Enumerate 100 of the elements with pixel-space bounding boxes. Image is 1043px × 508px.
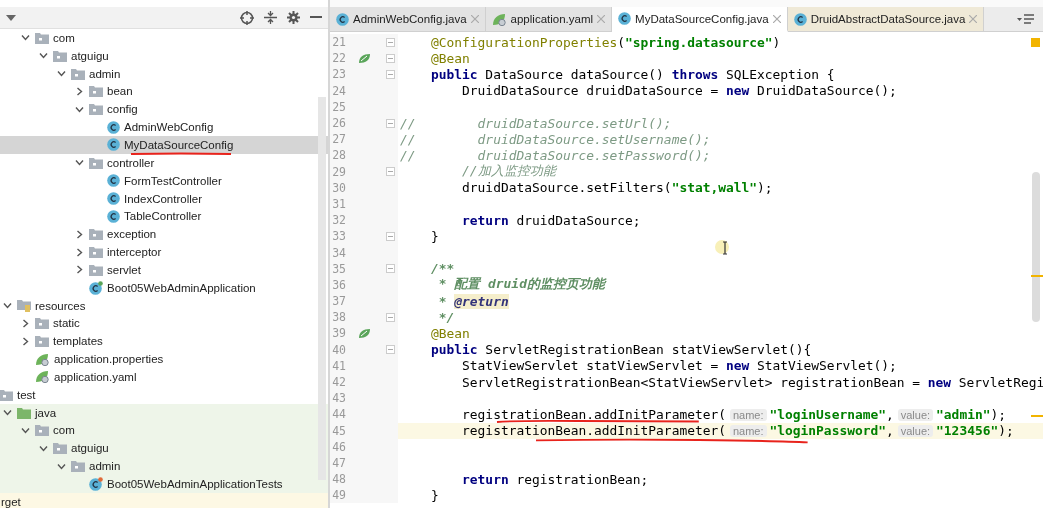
tree-row[interactable]: exception: [0, 225, 328, 244]
chevron-down-icon[interactable]: [56, 461, 66, 471]
tree-row[interactable]: com: [0, 29, 328, 47]
chevron-down-icon[interactable]: [20, 33, 30, 43]
minimize-icon[interactable]: [310, 16, 322, 19]
code-line: public ServletRegistrationBean statViewServlet(){: [430, 342, 812, 358]
line-number: 39: [331, 326, 346, 341]
dropdown-icon[interactable]: [6, 14, 16, 21]
class-icon: [107, 138, 120, 152]
code-line: }: [430, 487, 439, 503]
leaf-icon[interactable]: [357, 327, 371, 339]
folder-icon: [89, 103, 103, 116]
chevron-right-icon[interactable]: [74, 265, 84, 275]
line-number: 23: [331, 67, 346, 82]
line-number: 32: [331, 213, 346, 228]
code-line: @ConfigurationProperties("spring.datasource"): [430, 34, 781, 50]
chevron-down-icon[interactable]: [38, 443, 48, 453]
chevron-right-icon[interactable]: [20, 336, 30, 346]
tree-row[interactable]: admin: [0, 457, 328, 476]
leaf-icon: [35, 370, 50, 384]
code-line: * 配置 druid的监控页功能: [437, 276, 605, 294]
tab-list-icon[interactable]: [1017, 13, 1035, 25]
tree-row[interactable]: test: [0, 385, 328, 404]
folder-icon: [89, 263, 103, 276]
tree-row[interactable]: static: [0, 314, 328, 333]
chevron-down-icon[interactable]: [2, 301, 12, 311]
chevron-down-icon[interactable]: [74, 158, 84, 168]
code-line: // druidDataSource.setUrl();: [400, 115, 672, 131]
tree-row[interactable]: templates: [0, 332, 328, 351]
tree-row[interactable]: application.yaml: [0, 368, 328, 386]
code-line: return registrationBean;: [461, 471, 649, 487]
editor-tab[interactable]: AdminWebConfig.java: [330, 7, 486, 31]
editor-tab[interactable]: MyDataSourceConfig.java: [612, 7, 788, 32]
leaf-icon: [35, 352, 50, 366]
chevron-down-icon[interactable]: [20, 426, 30, 435]
scrollbar[interactable]: [1032, 172, 1040, 322]
code-line: @Bean: [430, 325, 470, 341]
tree-row[interactable]: resources: [0, 296, 328, 315]
scrollbar[interactable]: [318, 97, 326, 480]
tree-row[interactable]: interceptor: [0, 243, 328, 261]
code-line: StatViewServlet statViewServlet = new StatViewServlet();: [461, 358, 897, 374]
tree-row[interactable]: application.properties: [0, 350, 328, 369]
code-line: /**: [430, 261, 455, 277]
chevron-right-icon[interactable]: [20, 318, 30, 328]
chevron-right-icon[interactable]: [74, 86, 84, 96]
leaf-icon[interactable]: [357, 52, 371, 64]
chevron-down-icon[interactable]: [74, 104, 84, 114]
tree-row[interactable]: config: [0, 100, 328, 119]
tree-row[interactable]: Boot05WebAdminApplication: [0, 278, 328, 297]
editor-tab[interactable]: DruidAbstractDataSource.java: [787, 7, 985, 31]
tree-row[interactable]: FormTestController: [0, 171, 328, 190]
folder-icon: [0, 388, 13, 401]
chevron-down-icon[interactable]: [2, 408, 12, 418]
line-number: 42: [331, 375, 346, 390]
line-number: 34: [331, 245, 346, 260]
crosshair-icon[interactable]: [240, 10, 254, 25]
class-icon: [107, 174, 120, 188]
settings-icon[interactable]: [287, 11, 300, 24]
collapse-icon[interactable]: [264, 11, 277, 24]
chevron-right-icon[interactable]: [74, 247, 84, 257]
tree-row[interactable]: Boot05WebAdminApplicationTests: [0, 475, 328, 493]
line-number: 49: [331, 488, 346, 503]
line-number: 24: [331, 83, 346, 98]
tree-row[interactable]: AdminWebConfig: [0, 118, 328, 137]
line-number: 41: [331, 358, 346, 373]
folder-icon: [53, 442, 67, 455]
folder-icon: [71, 67, 85, 80]
line-number: 33: [331, 229, 346, 244]
tree-row[interactable]: controller: [0, 153, 328, 172]
tree-row[interactable]: atguigu: [0, 46, 328, 65]
line-number: 26: [331, 116, 346, 131]
line-number: 44: [331, 407, 346, 422]
tree-row[interactable]: IndexController: [0, 189, 328, 208]
editor-tab[interactable]: application.yaml: [485, 7, 613, 31]
code-line: //加入监控功能: [461, 163, 556, 181]
chevron-down-icon[interactable]: [56, 69, 66, 79]
folder-icon: [89, 246, 103, 259]
code-line: ServletRegistrationBean<StatViewServlet> registrationBean = new ServletRegi: [461, 374, 1043, 390]
tree-row[interactable]: java: [0, 403, 328, 422]
line-number: 40: [331, 342, 346, 357]
tree-row[interactable]: MyDataSourceConfig: [0, 136, 328, 154]
tree-row[interactable]: servlet: [0, 260, 328, 279]
tree-row[interactable]: atguigu: [0, 439, 328, 458]
class-icon: [89, 477, 103, 491]
chevron-right-icon[interactable]: [74, 229, 84, 239]
tree-row[interactable]: admin: [0, 64, 328, 83]
line-number: 21: [331, 35, 346, 50]
tree-row[interactable]: bean: [0, 82, 328, 101]
line-number: 25: [331, 99, 346, 114]
code-line: registrationBean.addInitParameter( name: "loginPassword", value: "123456");: [400, 423, 1014, 439]
folder-icon: [89, 228, 103, 241]
folder-icon: [35, 335, 49, 348]
code-line: // druidDataSource.setUsername();: [400, 131, 711, 147]
line-number: 29: [331, 164, 346, 179]
folder-icon: [17, 406, 31, 419]
tree-row[interactable]: TableController: [0, 207, 328, 226]
class-icon: [89, 280, 103, 295]
line-number: 38: [331, 310, 346, 325]
chevron-down-icon[interactable]: [38, 51, 48, 61]
line-number: 46: [331, 439, 346, 454]
